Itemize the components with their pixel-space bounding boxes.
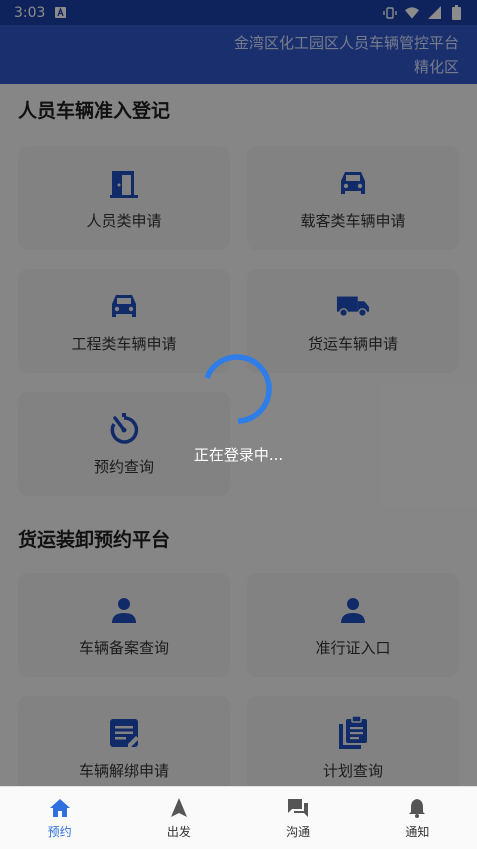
- loading-indicator: 正在登录中...: [0, 0, 477, 786]
- bell-icon: [405, 797, 429, 819]
- nav-label: 预约: [47, 824, 72, 839]
- nav-item-depart[interactable]: 出发: [119, 787, 238, 849]
- home-icon: [48, 797, 72, 819]
- nav-label: 出发: [166, 824, 191, 839]
- chat-icon: [286, 797, 310, 819]
- nav-item-reservation[interactable]: 预约: [0, 787, 119, 849]
- spinner-icon: [199, 350, 277, 428]
- nav-label: 沟通: [286, 824, 311, 839]
- nav-label: 通知: [405, 824, 430, 839]
- bottom-navigation: 预约 出发 沟通 通知: [0, 786, 477, 849]
- nav-item-notification[interactable]: 通知: [358, 787, 477, 849]
- loading-text: 正在登录中...: [193, 446, 284, 464]
- navigation-icon: [167, 797, 191, 819]
- nav-item-communicate[interactable]: 沟通: [239, 787, 358, 849]
